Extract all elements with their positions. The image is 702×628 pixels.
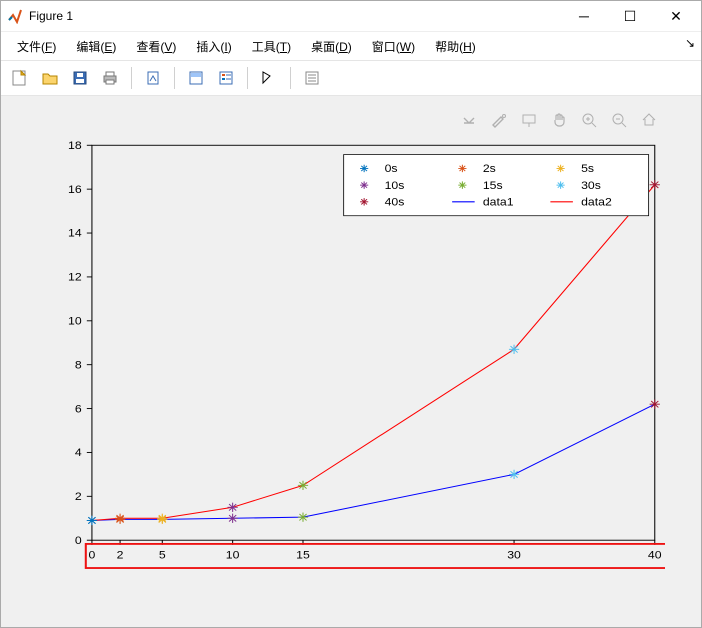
svg-text:30s: 30s [581,179,601,191]
zoom-in-icon[interactable] [579,110,599,130]
toolbar-separator [174,67,175,89]
svg-text:14: 14 [68,227,82,239]
export-icon[interactable] [459,110,479,130]
menubar: 文件(F) 编辑(E) 查看(V) 插入(I) 工具(T) 桌面(D) 窗口(W… [1,32,701,60]
svg-text:0: 0 [75,534,82,546]
svg-text:0: 0 [89,549,96,561]
svg-text:5s: 5s [581,163,594,175]
toolbar-separator [290,67,291,89]
figure-panel: 0 2 4 6 8 10 12 14 16 18 0 2 5 10 15 30 40 0s 2s 5s 10s 15s 30… [9,104,693,619]
window-controls: ─ ☐ ✕ [561,1,699,31]
figure-window: Figure 1 ─ ☐ ✕ 文件(F) 编辑(E) 查看(V) 插入(I) 工… [0,0,702,628]
svg-text:10: 10 [226,549,240,561]
plot-tools-icon[interactable] [299,65,325,91]
svg-text:6: 6 [75,403,82,415]
svg-text:30: 30 [507,549,521,561]
menu-window[interactable]: 窗口(W) [362,35,425,58]
svg-text:15s: 15s [483,179,503,191]
menu-help[interactable]: 帮助(H) [425,35,486,58]
minimize-button[interactable]: ─ [561,1,607,31]
axes-toolbar [459,110,659,130]
svg-text:2: 2 [75,491,82,503]
svg-text:18: 18 [68,139,82,151]
new-figure-icon[interactable] [7,65,33,91]
menu-tools[interactable]: 工具(T) [242,35,301,58]
zoom-out-icon[interactable] [609,110,629,130]
svg-text:40s: 40s [385,196,405,208]
menu-file[interactable]: 文件(F) [7,35,66,58]
svg-text:2: 2 [117,549,124,561]
menu-view[interactable]: 查看(V) [126,35,186,58]
print-icon[interactable] [97,65,123,91]
datatip-icon[interactable] [519,110,539,130]
figure-content: 0 2 4 6 8 10 12 14 16 18 0 2 5 10 15 30 40 0s 2s 5s 10s 15s 30… [1,96,701,627]
edit-plot-icon[interactable] [256,65,282,91]
menu-insert[interactable]: 插入(I) [186,35,241,58]
svg-text:10: 10 [68,315,82,327]
svg-text:16: 16 [68,183,82,195]
svg-text:8: 8 [75,359,82,371]
svg-text:40: 40 [648,549,662,561]
titlebar-left: Figure 1 [7,8,73,24]
svg-text:5: 5 [159,549,166,561]
svg-text:10s: 10s [385,179,405,191]
maximize-button[interactable]: ☐ [607,1,653,31]
brush-icon[interactable] [489,110,509,130]
toolbar [1,60,701,96]
pan-icon[interactable] [549,110,569,130]
link-icon[interactable] [140,65,166,91]
svg-text:15: 15 [296,549,310,561]
data-tip-icon[interactable] [183,65,209,91]
toolbar-separator [247,67,248,89]
menu-overflow-icon[interactable]: ↘ [685,36,695,50]
open-icon[interactable] [37,65,63,91]
svg-text:data2: data2 [581,196,612,208]
svg-text:2s: 2s [483,163,496,175]
svg-text:12: 12 [68,271,82,283]
titlebar: Figure 1 ─ ☐ ✕ [1,1,701,32]
plot-area[interactable]: 0 2 4 6 8 10 12 14 16 18 0 2 5 10 15 30 40 0s 2s 5s 10s 15s 30… [51,136,665,581]
menu-desktop[interactable]: 桌面(D) [301,35,362,58]
close-button[interactable]: ✕ [653,1,699,31]
toolbar-separator [131,67,132,89]
svg-text:0s: 0s [385,163,398,175]
home-icon[interactable] [639,110,659,130]
svg-text:4: 4 [75,447,82,459]
window-title: Figure 1 [29,9,73,23]
matlab-icon [7,8,23,24]
save-icon[interactable] [67,65,93,91]
legend-icon[interactable] [213,65,239,91]
svg-text:data1: data1 [483,196,514,208]
plot-svg[interactable]: 0 2 4 6 8 10 12 14 16 18 0 2 5 10 15 30 40 0s 2s 5s 10s 15s 30… [51,136,665,581]
menu-edit[interactable]: 编辑(E) [66,35,126,58]
